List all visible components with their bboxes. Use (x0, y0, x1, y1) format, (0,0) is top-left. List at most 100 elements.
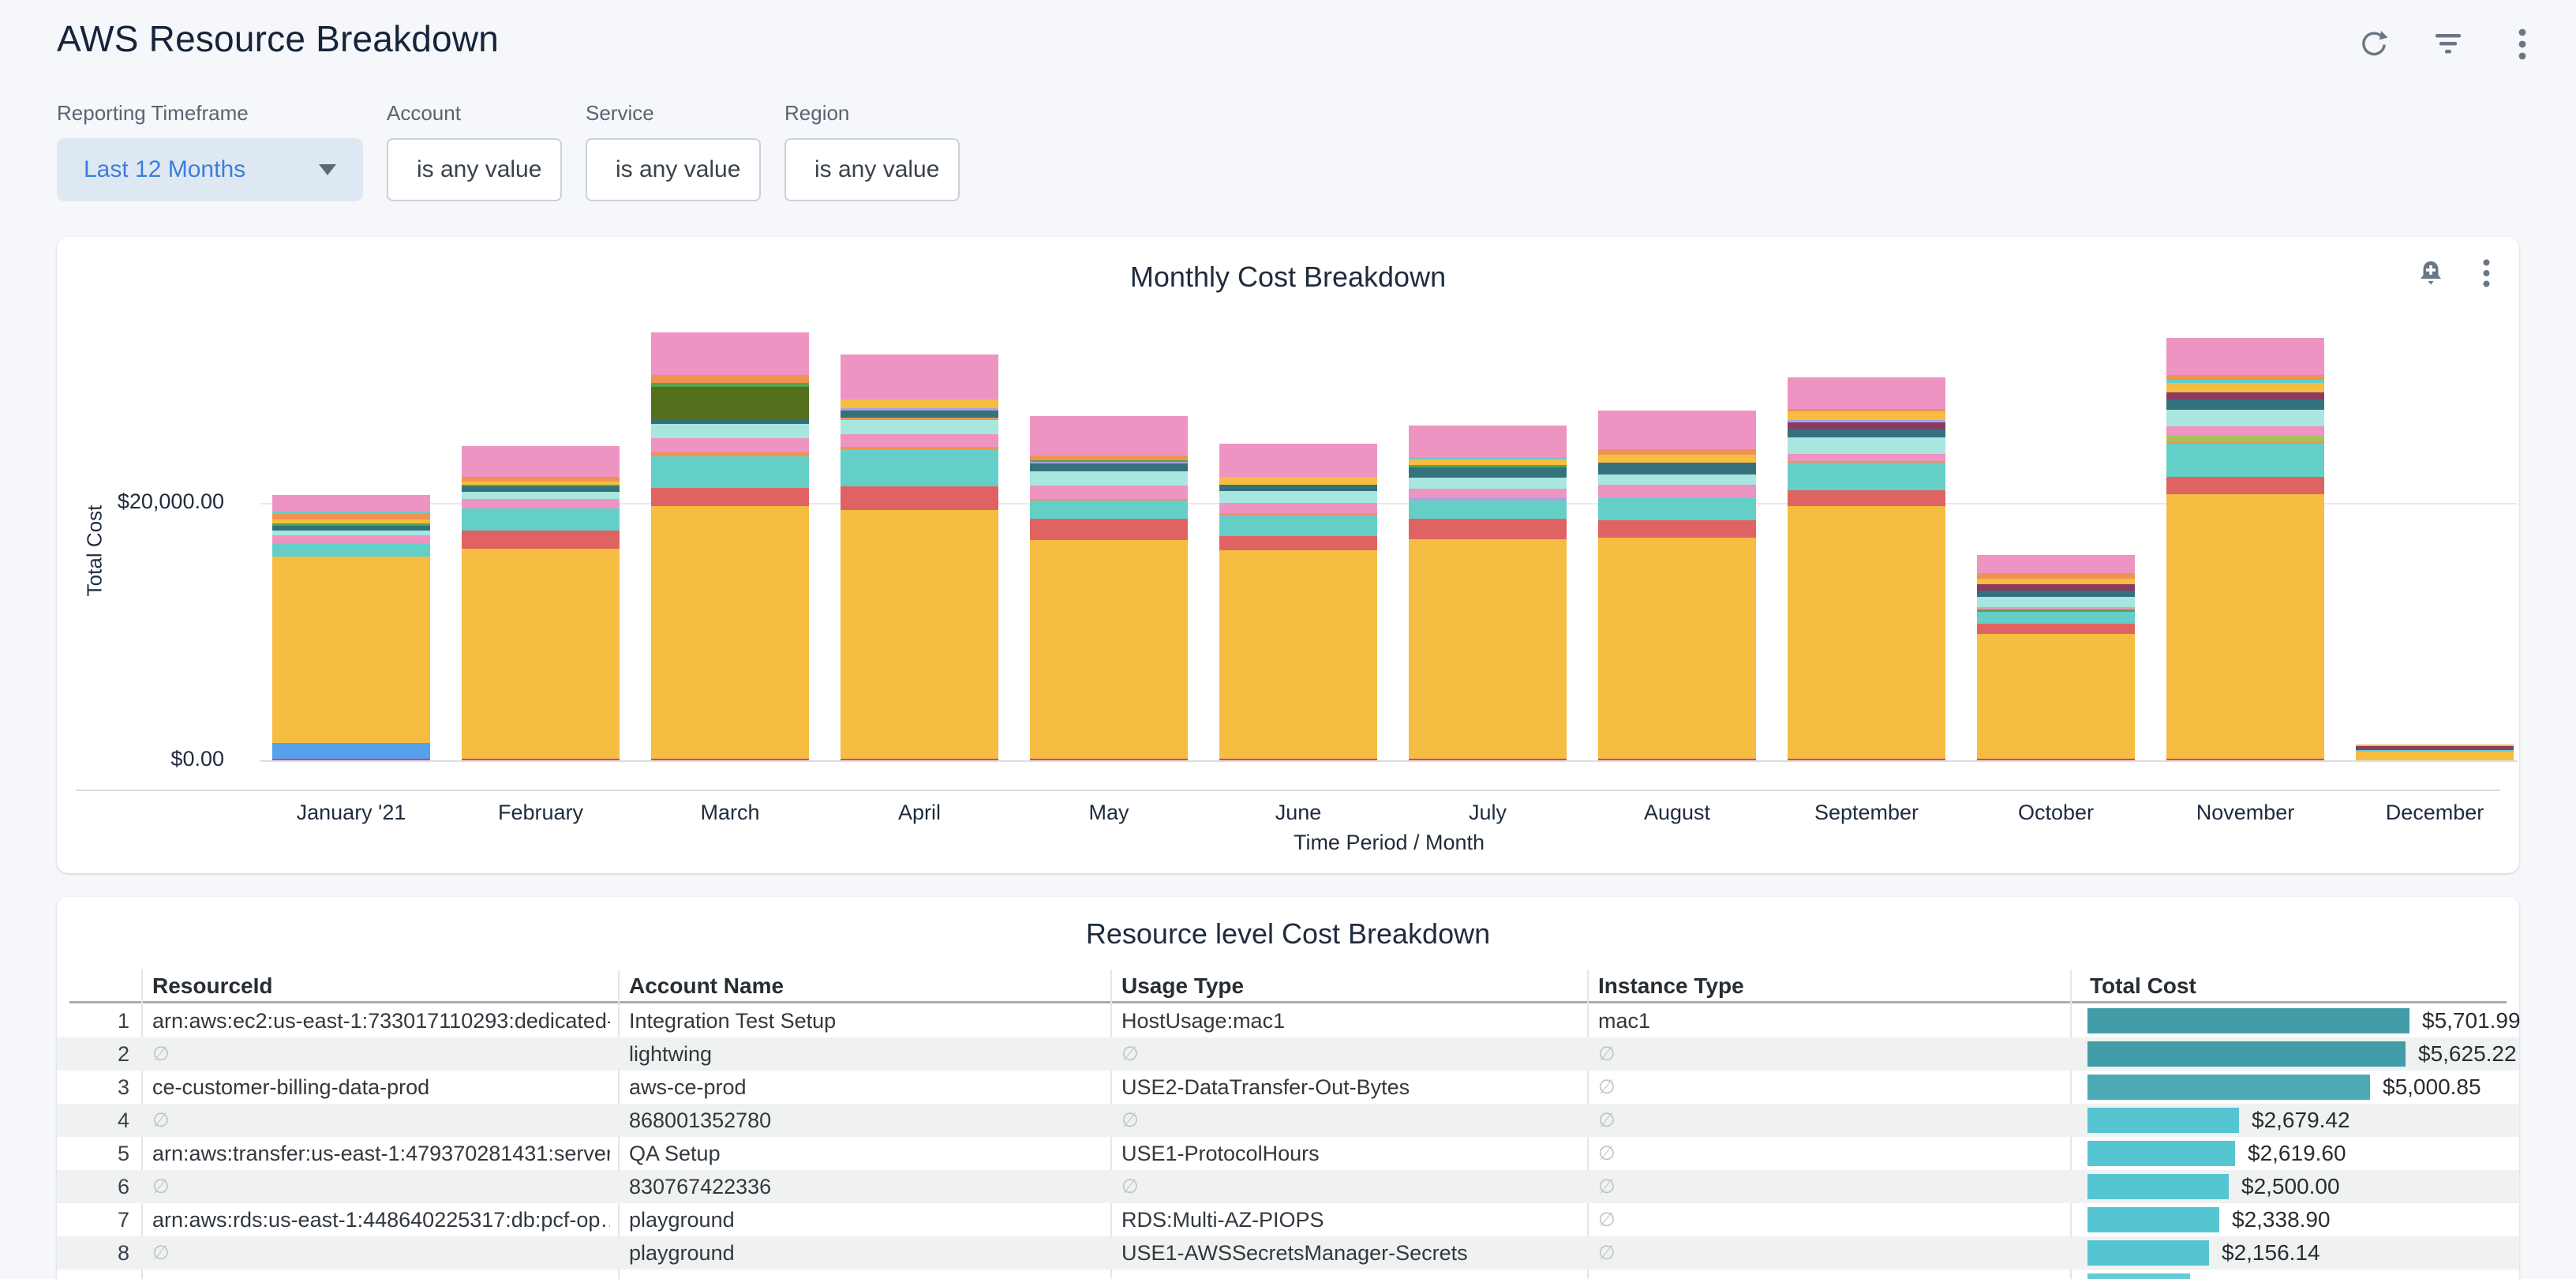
cell-instance: ∅ (1598, 1137, 2056, 1170)
table-row[interactable]: 4∅868001352780∅∅$2,679.42 (57, 1104, 2519, 1137)
bar-segment (1030, 540, 1188, 759)
y-axis-title: Total Cost (83, 472, 107, 630)
cost-bar (2087, 1008, 2409, 1033)
refresh-button[interactable] (2358, 28, 2390, 60)
table-row[interactable]: 5arn:aws:transfer:us-east-1:479370281431… (57, 1137, 2519, 1170)
bar-segment (1409, 519, 1567, 539)
bar-segment (462, 492, 620, 499)
bar-segment (2356, 752, 2514, 760)
timeframe-dropdown[interactable]: Last 12 Months (57, 138, 363, 201)
table-row[interactable]: 2∅lightwing∅∅$5,625.22 (57, 1037, 2519, 1071)
cell-account: Integration Test Setup (629, 1004, 1103, 1037)
row-number: 3 (57, 1071, 129, 1104)
bar-segment (272, 535, 430, 543)
table-row[interactable]: 7arn:aws:rds:us-east-1:448640225317:db:p… (57, 1203, 2519, 1236)
table-row[interactable]: 3ce-customer-billing-data-prodaws-ce-pro… (57, 1071, 2519, 1104)
bar-segment (1030, 486, 1188, 499)
stacked-bar-september[interactable] (1788, 377, 1945, 760)
account-filter-button[interactable]: is any value (387, 138, 562, 201)
bar-segment (1788, 454, 1945, 461)
table-row[interactable]: 1arn:aws:ec2:us-east-1:733017110293:dedi… (57, 1004, 2519, 1037)
bar-segment (2166, 426, 2324, 436)
dashboard-filters-icon[interactable] (2432, 28, 2464, 60)
stacked-bar-december[interactable] (2356, 745, 2514, 760)
bar-segment (1977, 573, 2135, 579)
cell-resource: ∅ (152, 1170, 610, 1203)
cell-total-cost: $2,156.14 (2222, 1236, 2320, 1270)
bar-segment (1788, 506, 1945, 759)
bar-segment (841, 759, 998, 760)
bar-segment (2166, 436, 2324, 441)
bar-segment (1409, 539, 1567, 759)
row-number: 4 (57, 1104, 129, 1137)
stacked-bar-october[interactable] (1977, 555, 2135, 760)
bar-segment (841, 449, 998, 486)
cell-account: aws-ce-prod (629, 1071, 1103, 1104)
stacked-bar-august[interactable] (1598, 411, 1756, 760)
stacked-bar-february[interactable] (462, 446, 620, 760)
stacked-bar-july[interactable] (1409, 426, 1567, 760)
cell-resource: arn:aws:ec2:us-east-1:733017110293:dedic… (152, 1004, 610, 1037)
col-header-usage-type[interactable]: Usage Type (1121, 970, 1244, 1003)
cell-account: playground (629, 1203, 1103, 1236)
bar-segment (462, 549, 620, 759)
stacked-bar-january-21[interactable] (272, 495, 430, 760)
bar-segment (1219, 536, 1377, 550)
table-header-rule (69, 1001, 2507, 1003)
cell-usage: RDS:Multi-AZ-PIOPS (1121, 1203, 1579, 1236)
stacked-bar-june[interactable] (1219, 444, 1377, 760)
axis-bottom-rule (76, 790, 2500, 791)
table-row-partial[interactable] (57, 1270, 2519, 1279)
bar-segment (1030, 519, 1188, 540)
bar-segment (462, 486, 620, 492)
cost-bar (2087, 1108, 2239, 1133)
table-row[interactable]: 6∅830767422336∅∅$2,500.00 (57, 1170, 2519, 1203)
bar-segment (2166, 494, 2324, 759)
bar-segment (651, 375, 809, 383)
chart-card: Monthly Cost Breakdown $20,000.00 $0.00 … (57, 237, 2519, 873)
service-filter-button[interactable]: is any value (586, 138, 761, 201)
bar-segment (1409, 478, 1567, 489)
bar-segment (1977, 624, 2135, 634)
bar-segment (2166, 338, 2324, 375)
cell-resource: ∅ (152, 1236, 610, 1270)
table-row[interactable]: 8∅playgroundUSE1-AWSSecretsManager-Secre… (57, 1236, 2519, 1270)
col-header-account-name[interactable]: Account Name (629, 970, 784, 1003)
cost-bar (2087, 1207, 2219, 1232)
bar-segment (1030, 501, 1188, 519)
cost-bar (2087, 1240, 2209, 1266)
cell-account: playground (629, 1236, 1103, 1270)
stacked-bar-march[interactable] (651, 332, 809, 760)
cell-usage: ∅ (1121, 1037, 1579, 1071)
x-tick-label: July (1393, 801, 1582, 825)
bar-segment (2166, 759, 2324, 760)
bar-segment (1219, 444, 1377, 477)
stacked-bar-may[interactable] (1030, 416, 1188, 760)
cell-total-cost: $5,625.22 (2418, 1037, 2517, 1071)
cost-bar (2087, 1041, 2406, 1067)
stacked-bar-april[interactable] (841, 354, 998, 760)
bar-segment (272, 514, 430, 519)
more-vertical-icon[interactable] (2507, 28, 2538, 60)
col-header-instance-type[interactable]: Instance Type (1598, 970, 1744, 1003)
x-tick-label: April (825, 801, 1014, 825)
bar-segment (1788, 437, 1945, 454)
y-tick-0: $0.00 (57, 747, 224, 771)
cell-resource: ∅ (152, 1037, 610, 1071)
stacked-bar-november[interactable] (2166, 338, 2324, 760)
cost-bar (2087, 1141, 2235, 1166)
col-header-total-cost[interactable]: Total Cost (2090, 970, 2196, 1003)
bar-segment (1598, 463, 1756, 474)
x-tick-label: February (446, 801, 635, 825)
row-number: 8 (57, 1236, 129, 1270)
bar-segment (1788, 429, 1945, 437)
row-number: 2 (57, 1037, 129, 1071)
bar-segment (1977, 759, 2135, 760)
filter-reporting-timeframe: Reporting Timeframe Last 12 Months (57, 101, 363, 201)
bar-segment (462, 499, 620, 508)
region-filter-button[interactable]: is any value (784, 138, 960, 201)
col-header-resourceid[interactable]: ResourceId (152, 970, 273, 1003)
bar-segment (272, 543, 430, 557)
bar-segment (651, 488, 809, 506)
cell-instance: ∅ (1598, 1170, 2056, 1203)
